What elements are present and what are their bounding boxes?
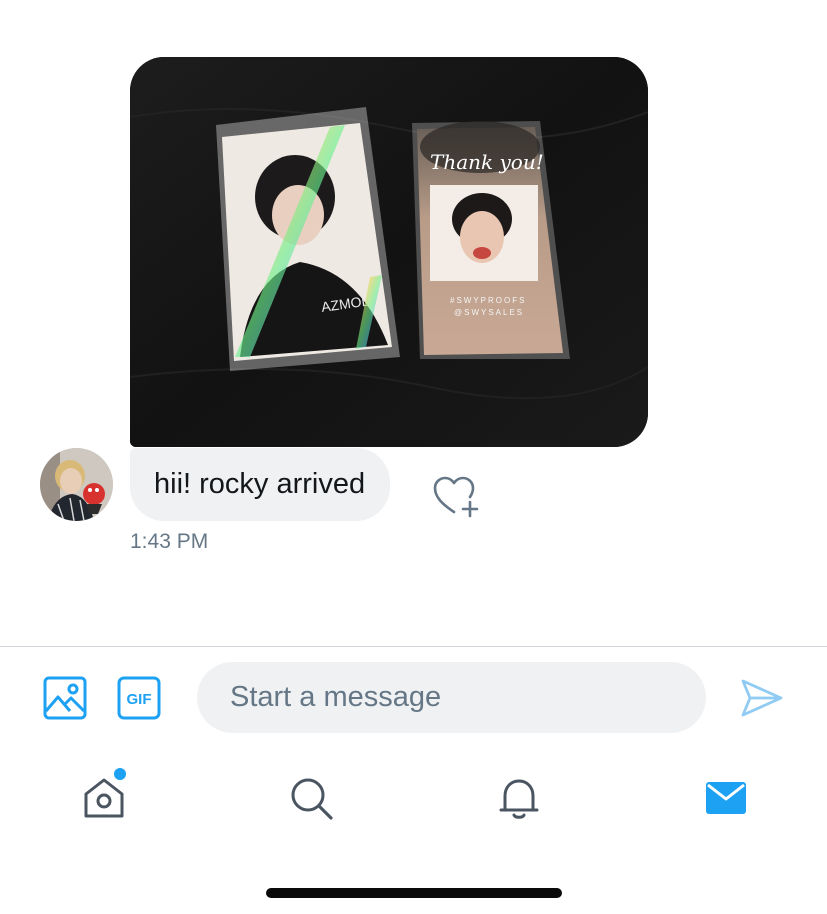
message-text: hii! rocky arrived xyxy=(154,468,366,500)
thank-you-text: Thank you! xyxy=(430,150,544,174)
search-icon xyxy=(291,778,333,820)
mail-icon xyxy=(706,782,746,814)
add-photo-button[interactable] xyxy=(42,675,88,721)
send-icon xyxy=(741,679,783,717)
add-gif-button[interactable]: GIF xyxy=(116,675,162,721)
tab-messages[interactable] xyxy=(702,774,750,822)
card-hashtag: #SWYPROOFS xyxy=(450,296,526,305)
dm-conversation-screen: AZMOL Thank you! #SWYPROOFS @SWYSALES hi… xyxy=(0,0,827,914)
add-reaction-button[interactable] xyxy=(432,474,482,518)
gif-icon: GIF xyxy=(117,676,161,720)
home-notification-dot xyxy=(114,768,126,780)
photo-message[interactable]: AZMOL Thank you! #SWYPROOFS @SWYSALES xyxy=(130,57,648,447)
heart-plus-icon xyxy=(433,476,479,518)
send-button[interactable] xyxy=(740,678,784,718)
home-icon xyxy=(84,778,124,818)
gif-label: GIF xyxy=(127,691,152,708)
tab-notifications[interactable] xyxy=(495,774,543,822)
avatar-image xyxy=(40,448,113,521)
tab-home[interactable] xyxy=(80,768,128,822)
message-bubble[interactable]: hii! rocky arrived xyxy=(130,448,391,521)
message-input[interactable] xyxy=(197,662,706,733)
photo-image: AZMOL Thank you! #SWYPROOFS @SWYSALES xyxy=(130,57,648,447)
tab-search[interactable] xyxy=(287,774,335,822)
image-icon xyxy=(43,676,87,720)
home-indicator[interactable] xyxy=(266,888,562,898)
composer-divider xyxy=(0,646,827,647)
sender-avatar[interactable] xyxy=(40,448,113,521)
bell-icon xyxy=(499,779,539,819)
card-handle: @SWYSALES xyxy=(454,308,524,317)
message-timestamp: 1:43 PM xyxy=(130,530,209,553)
